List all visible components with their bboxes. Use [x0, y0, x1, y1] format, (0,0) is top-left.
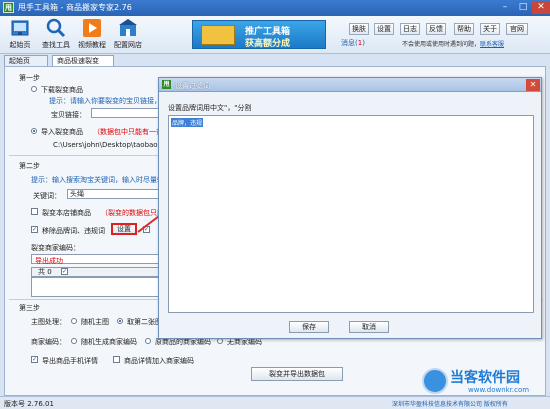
watermark-name: 当客软件园 — [450, 370, 520, 386]
selected-text: 品牌，违规 — [171, 118, 204, 127]
copyright-label: 深圳市华盈科技信息技术有限公司 版权所有 — [392, 401, 508, 408]
dialog-close-button[interactable]: ✕ — [526, 79, 540, 91]
filter-words-textarea[interactable]: 品牌，违规 — [168, 115, 534, 313]
dialog-app-icon: 甩 — [162, 80, 171, 89]
dialog-prompt: 设置品牌词用中文"，"分割 — [168, 104, 252, 112]
watermark-logo-icon — [422, 368, 448, 394]
save-button[interactable]: 保存 — [289, 321, 329, 333]
filter-words-dialog: 甩 设置过滤词 ✕ 设置品牌词用中文"，"分割 品牌，违规 保存 取消 — [158, 77, 542, 339]
cancel-button[interactable]: 取消 — [349, 321, 389, 333]
watermark: 当客软件园 www.downkr.com — [420, 365, 548, 399]
watermark-url: www.downkr.com — [468, 386, 530, 394]
dialog-title-bar: 甩 设置过滤词 ✕ — [159, 78, 541, 92]
version-label: 版本号 2.76.01 — [4, 400, 54, 408]
dialog-title: 设置过滤词 — [175, 82, 210, 90]
